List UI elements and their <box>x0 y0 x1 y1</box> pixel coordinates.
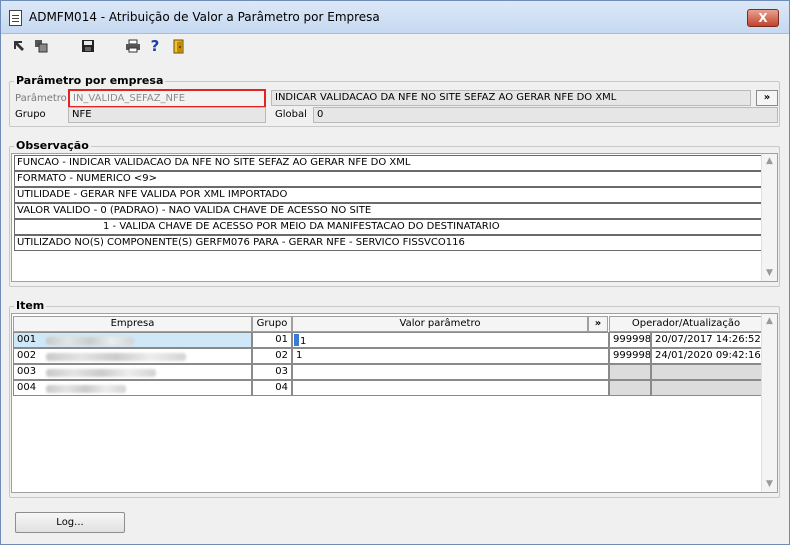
save-icon[interactable] <box>80 38 96 54</box>
print-icon[interactable] <box>125 38 141 54</box>
global-label: Global <box>275 109 307 120</box>
grupo-label: Grupo <box>15 109 46 120</box>
parametro-description-field: INDICAR VALIDACAO DA NFE NO SITE SEFAZ A… <box>271 90 751 106</box>
close-button[interactable]: X <box>747 9 779 27</box>
observacao-list[interactable]: FUNCAO - INDICAR VALIDACAO DA NFE NO SIT… <box>11 153 778 282</box>
atualizacao-cell <box>651 364 763 380</box>
document-icon <box>9 10 22 26</box>
parametro-expand-button[interactable]: » <box>756 90 778 106</box>
parametro-field[interactable]: IN_VALIDA_SEFAZ_NFE <box>68 89 266 108</box>
grupo-cell: 01 <box>252 332 292 348</box>
observacao-line: FORMATO - NUMERICO <9> <box>14 171 762 187</box>
copy-icon[interactable] <box>33 38 49 54</box>
table-row-empresa[interactable]: 001 <box>13 332 252 348</box>
global-field: 0 <box>313 107 778 123</box>
table-row-empresa[interactable]: 003 <box>13 364 252 380</box>
valor-cell[interactable]: 1 <box>292 348 609 364</box>
grupo-field: NFE <box>68 107 266 123</box>
scroll-down-icon[interactable]: ▼ <box>762 266 777 281</box>
grupo-cell: 03 <box>252 364 292 380</box>
exit-icon[interactable] <box>171 38 187 54</box>
parametro-label: Parâmetro <box>15 93 67 104</box>
column-header-empresa[interactable]: Empresa <box>13 316 252 332</box>
operador-cell: 999998 <box>609 332 651 348</box>
redacted-empresa-name <box>46 369 156 377</box>
empresa-code: 002 <box>17 350 37 361</box>
column-header-operador[interactable]: Operador/Atualização <box>609 316 763 332</box>
valor-cell[interactable] <box>292 380 609 396</box>
atualizacao-cell <box>651 380 763 396</box>
scroll-up-icon[interactable]: ▲ <box>762 154 777 169</box>
text-cursor <box>294 334 299 346</box>
item-scrollbar[interactable]: ▲ ▼ <box>761 314 777 492</box>
operador-cell <box>609 380 651 396</box>
atualizacao-cell: 20/07/2017 14:26:52 <box>651 332 763 348</box>
operador-cell: 999998 <box>609 348 651 364</box>
redacted-empresa-name <box>46 353 186 361</box>
log-button[interactable]: Log... <box>15 512 125 533</box>
observacao-line: UTILIDADE - GERAR NFE VALIDA POR XML IMP… <box>14 187 762 203</box>
item-grid[interactable]: Empresa Grupo Valor parâmetro » Operador… <box>11 313 778 493</box>
arrow-select-icon[interactable] <box>11 38 27 54</box>
item-group-title: Item <box>14 299 47 312</box>
empresa-code: 003 <box>17 366 37 377</box>
table-row-empresa[interactable]: 002 <box>13 348 252 364</box>
observacao-line: FUNCAO - INDICAR VALIDACAO DA NFE NO SIT… <box>14 155 762 171</box>
redacted-empresa-name <box>46 385 126 393</box>
observacao-line: UTILIZADO NO(S) COMPONENTE(S) GERFM076 P… <box>14 235 762 251</box>
observacao-line: VALOR VALIDO - 0 (PADRAO) - NAO VALIDA C… <box>14 203 762 219</box>
help-icon[interactable]: ? <box>147 37 163 55</box>
app-window: ADMFM014 - Atribuição de Valor a Parâmet… <box>0 0 790 545</box>
toolbar: ? <box>1 34 789 60</box>
operador-cell <box>609 364 651 380</box>
grupo-cell: 04 <box>252 380 292 396</box>
parametro-group-title: Parâmetro por empresa <box>14 74 166 87</box>
valor-cell[interactable] <box>292 364 609 380</box>
empresa-code: 001 <box>17 334 37 345</box>
column-header-grupo[interactable]: Grupo <box>252 316 292 332</box>
valor-cell[interactable]: 1 <box>292 332 609 348</box>
valor-expand-button[interactable]: » <box>588 316 608 332</box>
redacted-empresa-name <box>46 337 134 345</box>
grupo-cell: 02 <box>252 348 292 364</box>
observacao-group-title: Observação <box>14 139 91 152</box>
empresa-code: 004 <box>17 382 37 393</box>
title-bar: ADMFM014 - Atribuição de Valor a Parâmet… <box>1 1 789 34</box>
scroll-down-icon[interactable]: ▼ <box>762 477 777 492</box>
window-title: ADMFM014 - Atribuição de Valor a Parâmet… <box>29 10 380 24</box>
observacao-scrollbar[interactable]: ▲ ▼ <box>761 154 777 281</box>
table-row-empresa[interactable]: 004 <box>13 380 252 396</box>
scroll-up-icon[interactable]: ▲ <box>762 314 777 329</box>
column-header-valor[interactable]: Valor parâmetro <box>292 316 588 332</box>
valor-cell-value: 1 <box>300 336 307 347</box>
atualizacao-cell: 24/01/2020 09:42:16 <box>651 348 763 364</box>
observacao-line: 1 - VALIDA CHAVE DE ACESSO POR MEIO DA M… <box>14 219 762 235</box>
